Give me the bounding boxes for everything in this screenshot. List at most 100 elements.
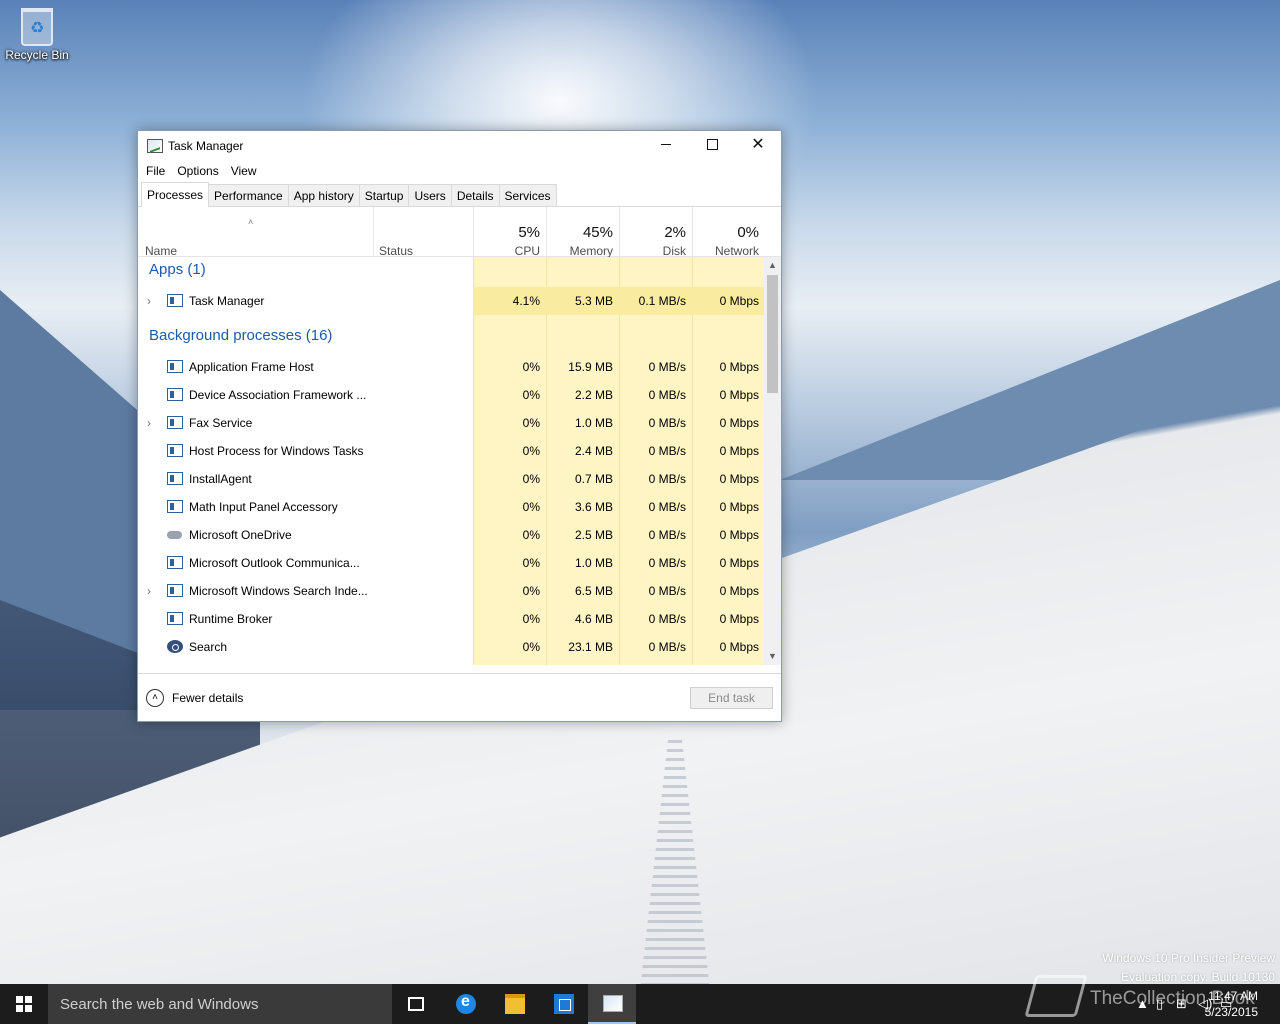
chevron-right-icon[interactable]: › [147, 584, 151, 598]
table-row[interactable]: Application Frame Host 0% 15.9 MB 0 MB/s… [138, 353, 765, 381]
app-window-icon [167, 612, 183, 625]
column-name[interactable]: ˄ Name [138, 207, 373, 258]
tab-startup[interactable]: Startup [358, 184, 410, 206]
table-row[interactable]: › Fax Service 0% 1.0 MB 0 MB/s 0 Mbps [138, 409, 765, 437]
search-input[interactable] [48, 984, 392, 1024]
memory-total-percent: 45% [582, 224, 613, 241]
tab-strip: Processes Performance App history Startu… [138, 181, 781, 207]
vertical-scrollbar[interactable]: ▲ ▼ [764, 257, 781, 665]
tab-performance[interactable]: Performance [208, 184, 289, 206]
process-name: InstallAgent [189, 472, 252, 486]
table-row[interactable]: Microsoft Outlook Communica... 0% 1.0 MB… [138, 549, 765, 577]
process-name: Application Frame Host [189, 360, 314, 374]
process-network: 0 Mbps [719, 294, 759, 308]
column-status[interactable]: Status [373, 207, 473, 258]
watermark-line-1: Windows 10 Pro Insider Preview [1102, 951, 1275, 965]
close-button[interactable]: ✕ [735, 131, 781, 161]
tab-processes[interactable]: Processes [141, 182, 210, 207]
process-network: 0 Mbps [719, 472, 759, 486]
end-task-button[interactable]: End task [690, 687, 773, 709]
tab-users[interactable]: Users [408, 184, 452, 206]
column-name-label: Name [145, 244, 178, 258]
scroll-down-arrow-icon[interactable]: ▼ [764, 648, 781, 665]
minimize-icon [661, 144, 671, 146]
process-network: 0 Mbps [719, 640, 759, 654]
footer-bar: ˄ Fewer details End task [138, 673, 781, 721]
column-header: ˄ Name Status 5% CPU 45% Memory 2% Disk … [138, 207, 781, 258]
process-memory: 5.3 MB [574, 294, 613, 308]
group-header-apps[interactable]: Apps (1) [138, 257, 765, 285]
process-name: Microsoft OneDrive [189, 528, 292, 542]
task-manager-taskbar-button[interactable] [588, 984, 636, 1024]
maximize-button[interactable] [689, 131, 735, 161]
table-row[interactable]: › Task Manager 4.1% 5.3 MB 0.1 MB/s 0 Mb… [138, 287, 765, 315]
process-memory: 15.9 MB [568, 360, 613, 374]
start-button[interactable] [0, 984, 48, 1024]
evaluation-watermark: Windows 10 Pro Insider Preview Evaluatio… [1102, 949, 1275, 987]
scroll-up-arrow-icon[interactable]: ▲ [764, 257, 781, 274]
column-cpu-label: CPU [514, 244, 540, 258]
menu-bar: File Options View [138, 161, 781, 181]
process-network: 0 Mbps [719, 556, 759, 570]
group-header-background[interactable]: Background processes (16) [138, 323, 765, 351]
process-disk: 0.1 MB/s [638, 294, 686, 308]
process-name: Search [189, 640, 228, 654]
file-explorer-button[interactable] [490, 984, 538, 1024]
table-row[interactable]: Runtime Broker 0% 4.6 MB 0 MB/s 0 Mbps [138, 605, 765, 633]
process-network: 0 Mbps [719, 500, 759, 514]
table-row[interactable]: Host Process for Windows Tasks 0% 2.4 MB… [138, 437, 765, 465]
process-network: 0 Mbps [719, 584, 759, 598]
scrollbar-thumb[interactable] [767, 275, 778, 393]
column-cpu[interactable]: 5% CPU [473, 207, 546, 258]
task-view-button[interactable] [392, 984, 440, 1024]
chevron-right-icon[interactable]: › [147, 416, 151, 430]
folder-icon [505, 994, 525, 1014]
process-list[interactable]: Apps (1) › Task Manager 4.1% 5.3 MB 0.1 … [138, 257, 781, 665]
process-memory: 2.2 MB [574, 388, 613, 402]
tab-details[interactable]: Details [450, 184, 500, 206]
process-cpu: 0% [522, 556, 540, 570]
tab-app-history[interactable]: App history [287, 184, 360, 206]
desktop-icon-recycle-bin[interactable]: Recycle Bin [4, 8, 70, 62]
menu-view[interactable]: View [231, 161, 263, 181]
task-manager-icon [147, 139, 163, 153]
column-disk[interactable]: 2% Disk [619, 207, 692, 258]
table-row[interactable]: › Microsoft Windows Search Inde... 0% 6.… [138, 577, 765, 605]
minimize-button[interactable] [643, 131, 689, 161]
process-memory: 0.7 MB [574, 472, 613, 486]
table-row[interactable]: Device Association Framework ... 0% 2.2 … [138, 381, 765, 409]
task-manager-icon [603, 995, 623, 1012]
fewer-details-button[interactable]: ˄ Fewer details [146, 688, 243, 708]
search-indexer-icon [167, 584, 183, 597]
table-row[interactable]: Microsoft OneDrive 0% 2.5 MB 0 MB/s 0 Mb… [138, 521, 765, 549]
app-window-icon [167, 360, 183, 373]
column-network[interactable]: 0% Network [692, 207, 765, 258]
column-disk-label: Disk [662, 244, 686, 258]
process-network: 0 Mbps [719, 444, 759, 458]
process-cpu: 0% [522, 584, 540, 598]
process-disk: 0 MB/s [648, 416, 686, 430]
title-bar[interactable]: Task Manager ✕ [138, 131, 781, 161]
process-disk: 0 MB/s [648, 500, 686, 514]
network-total-percent: 0% [737, 224, 759, 241]
app-window-icon [167, 556, 183, 569]
menu-options[interactable]: Options [177, 161, 224, 181]
process-name: Microsoft Windows Search Inde... [189, 584, 368, 598]
chevron-right-icon[interactable]: › [147, 294, 151, 308]
fax-icon [167, 416, 183, 429]
menu-file[interactable]: File [146, 161, 171, 181]
column-memory[interactable]: 45% Memory [546, 207, 619, 258]
internet-explorer-button[interactable] [441, 984, 489, 1024]
store-button[interactable] [539, 984, 587, 1024]
tab-services[interactable]: Services [498, 184, 557, 206]
table-row[interactable]: InstallAgent 0% 0.7 MB 0 MB/s 0 Mbps [138, 465, 765, 493]
taskbar-search-box[interactable] [48, 984, 392, 1024]
process-cpu: 0% [522, 528, 540, 542]
process-disk: 0 MB/s [648, 640, 686, 654]
store-icon [554, 994, 574, 1014]
table-row[interactable]: Math Input Panel Accessory 0% 3.6 MB 0 M… [138, 493, 765, 521]
process-cpu: 4.1% [512, 294, 540, 308]
brand-watermark: TheCollection Book [1090, 988, 1255, 1009]
table-row[interactable]: Search 0% 23.1 MB 0 MB/s 0 Mbps [138, 633, 765, 661]
process-disk: 0 MB/s [648, 556, 686, 570]
